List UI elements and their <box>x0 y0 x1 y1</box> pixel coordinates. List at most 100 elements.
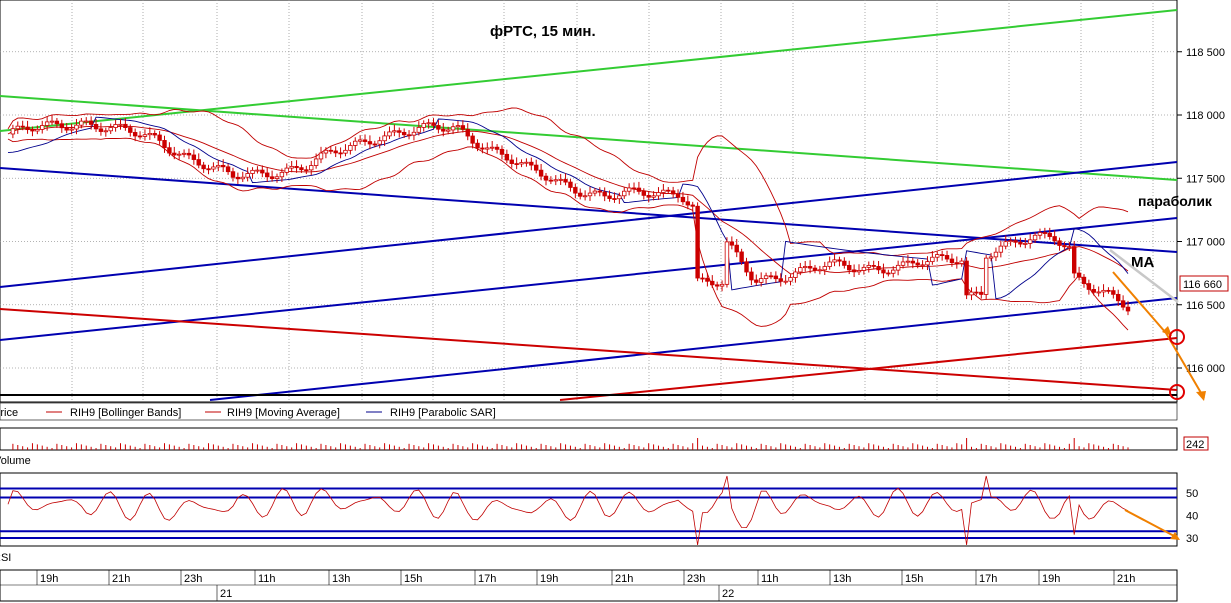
candle-body <box>773 275 779 280</box>
candle-body <box>812 267 818 271</box>
candle-body <box>372 143 378 146</box>
candle-body <box>348 145 353 151</box>
candle-body <box>35 128 40 132</box>
rsi-tick-label-0: 30 <box>1186 533 1198 545</box>
candle-body <box>480 147 485 150</box>
candle-body <box>304 169 309 172</box>
time-label-13: 17h <box>979 573 997 585</box>
candle-body <box>587 192 593 197</box>
candle-body <box>406 134 412 137</box>
candle-body <box>397 130 402 133</box>
time-label-3: 11h <box>258 573 276 585</box>
candle-body <box>763 275 769 279</box>
candle-body <box>260 169 265 174</box>
candle-body <box>10 128 16 135</box>
candle-body <box>30 129 35 132</box>
candle-body <box>74 124 79 130</box>
candle-body <box>84 120 89 123</box>
candle-body <box>1047 232 1052 237</box>
candle-body <box>250 169 255 174</box>
candle-body <box>768 275 774 278</box>
candle-body <box>939 254 945 256</box>
candle-body <box>176 153 182 156</box>
candle-body <box>729 241 735 246</box>
candle-body <box>44 121 50 126</box>
candle-body <box>851 269 857 273</box>
rsi-tick-label-2: 50 <box>1186 488 1198 500</box>
candle-body <box>1042 232 1048 234</box>
candle-body <box>969 291 974 296</box>
candle-body <box>1032 234 1038 241</box>
legend: Price RIH9 [Bollinger Bands] RIH9 [Movin… <box>0 402 1178 421</box>
candle-body <box>714 284 720 287</box>
candle-body <box>685 201 691 206</box>
chart-canvas: фРТС, 15 мин. параболик МА 116 000116 50… <box>0 0 1229 602</box>
candle-body <box>103 130 109 133</box>
day-label-1: 22 <box>722 588 734 600</box>
candle-body <box>289 166 294 169</box>
candle-body <box>602 191 607 197</box>
candle-body <box>504 153 510 161</box>
candle-body <box>436 125 441 130</box>
candle-body <box>954 262 960 265</box>
candle-body <box>558 179 563 181</box>
candle-body <box>734 244 739 253</box>
candle-body <box>299 167 304 171</box>
candle-body <box>470 135 475 144</box>
candle-body <box>98 128 104 132</box>
candle-body <box>1023 243 1028 245</box>
candle-body <box>1116 293 1121 302</box>
candle-body <box>1091 289 1096 293</box>
candle-body <box>494 146 500 150</box>
candle-body <box>269 176 275 179</box>
rsi-title: RSI <box>0 552 11 564</box>
candle-body <box>15 125 20 130</box>
candle-body <box>157 134 162 141</box>
time-label-0: 19h <box>40 573 58 585</box>
price-axis: 116 000 116 500 117 000 117 500 118 000 118 5… <box>1177 47 1225 375</box>
candle-body <box>612 198 617 200</box>
candle-body <box>240 176 245 180</box>
candle-body <box>318 152 324 160</box>
candle-body <box>235 176 241 180</box>
candle-body <box>543 175 549 181</box>
candle-body <box>113 124 118 128</box>
candle-body <box>886 272 891 275</box>
candle-body <box>220 164 226 168</box>
rsi-pane <box>0 472 1178 547</box>
candle-body <box>93 124 99 130</box>
last-price-label: 116 660 <box>1183 279 1222 291</box>
candle-body <box>1076 272 1082 278</box>
candle-body <box>426 122 431 125</box>
time-label-5: 15h <box>404 573 422 585</box>
candle-body <box>123 123 128 128</box>
candle-body <box>690 204 695 207</box>
time-label-8: 21h <box>615 573 633 585</box>
candle-body <box>636 187 642 192</box>
candle-body <box>534 164 539 171</box>
candle-body <box>201 164 206 170</box>
candle-body <box>719 283 725 287</box>
candle-body <box>646 194 651 198</box>
candle-body <box>597 190 602 193</box>
chart-title: фРТС, 15 мин. <box>490 23 596 40</box>
candle-body <box>162 140 167 149</box>
candle-body <box>656 192 661 197</box>
legend-bollinger: RIH9 [Bollinger Bands] <box>70 407 181 419</box>
candle-body <box>910 260 916 264</box>
candle-body <box>328 149 333 152</box>
candle-body <box>822 266 827 271</box>
candle-body <box>147 133 153 136</box>
candle-body <box>842 260 847 266</box>
y-tick-label-2: 117 000 <box>1186 237 1225 249</box>
candle-body <box>167 147 172 154</box>
candle-body <box>1120 300 1126 308</box>
candle-body <box>817 269 823 272</box>
candle-body <box>509 159 514 164</box>
candle-body <box>876 266 881 271</box>
candle-body <box>245 173 250 178</box>
candle-body <box>1106 289 1111 292</box>
candle-body <box>920 264 925 267</box>
candle-body <box>578 192 583 197</box>
legend-ma: RIH9 [Moving Average] <box>227 407 340 419</box>
